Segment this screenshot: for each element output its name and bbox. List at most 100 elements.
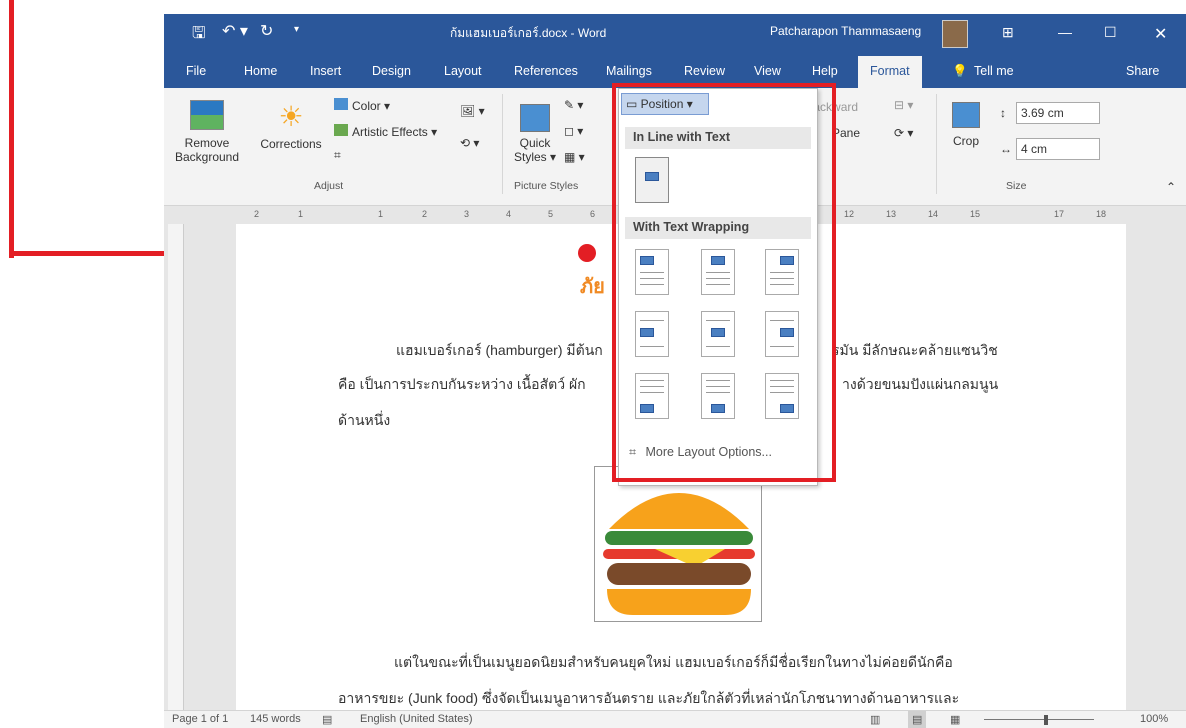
title-bar: 🖫 ↶ ▾ ↻ ▾ ก้มแฮมเบอร์เกอร์.docx - Word P… <box>164 14 1186 56</box>
ruler-tick: 13 <box>886 209 897 219</box>
ruler-tick: 2 <box>422 209 428 219</box>
size-group-label: Size <box>1006 180 1027 192</box>
paragraph-1-line-3: ด้านหนึ่ง <box>338 412 391 428</box>
quick-styles-button[interactable]: Quick Styles ▾ <box>514 104 556 164</box>
width-input[interactable]: 4 cm <box>1016 138 1100 160</box>
minimize-icon[interactable]: — <box>1058 24 1072 40</box>
quick-styles-icon <box>520 104 551 132</box>
paragraph-2-line-2: อาหารขยะ (Junk food) ซึ่งจัดเป็นเมนูอาหา… <box>338 690 960 706</box>
corrections-button[interactable]: ☀ Corrections <box>256 100 326 151</box>
artistic-effects-icon <box>334 124 348 136</box>
customize-qat-icon[interactable]: ▾ <box>294 24 299 35</box>
ruler-tick: 2 <box>254 209 260 219</box>
paragraph-1-line-1b: รมัน มีลักษณะคล้ายแซนวิช <box>832 342 998 358</box>
reset-picture-icon[interactable]: ⟲ ▾ <box>460 136 479 150</box>
ruler-tick: 5 <box>548 209 554 219</box>
paragraph-1-line-1a: แฮมเบอร์เกอร์ (hamburger) มีต้นก <box>396 342 603 358</box>
annotation-line-vertical <box>9 0 14 258</box>
separator <box>502 94 503 194</box>
avatar[interactable] <box>942 20 968 48</box>
tab-file[interactable]: File <box>186 64 206 78</box>
crop-label: Crop <box>952 134 979 148</box>
print-layout-icon[interactable]: ▤ <box>908 711 927 728</box>
remove-background-button[interactable]: Remove Background <box>172 100 242 164</box>
ruler-tick: 12 <box>844 209 855 219</box>
tab-mailings[interactable]: Mailings <box>606 64 652 78</box>
compress-icon[interactable]: ⌗ <box>334 148 341 163</box>
sun-icon: ☀ <box>278 101 304 132</box>
align-icon[interactable]: ⊟ ▾ <box>894 98 913 112</box>
annotation-dot <box>578 244 596 262</box>
adjust-group-label: Adjust <box>314 180 344 192</box>
color-icon <box>334 98 348 110</box>
tab-review[interactable]: Review <box>684 64 725 78</box>
picture-layout-icon[interactable]: ▦ ▾ <box>564 150 585 164</box>
paragraph-2-line-1: แต่ในขณะที่เป็นเมนูยอดนิยมสำหรับคนยุคใหม… <box>394 654 953 670</box>
color-label: Color ▾ <box>352 99 391 113</box>
rotate-icon[interactable]: ⟳ ▾ <box>894 126 913 140</box>
remove-background-label-1: Remove <box>184 136 230 150</box>
document-title: ภัย <box>580 276 605 298</box>
ruler-tick: 3 <box>464 209 470 219</box>
ruler-tick: 18 <box>1096 209 1107 219</box>
zoom-thumb[interactable] <box>1044 715 1048 725</box>
paragraph-1-line-2b: างด้วยขนมปังแผ่นกลมนูน <box>842 376 999 392</box>
crop-button[interactable]: Crop <box>952 102 980 148</box>
collapse-ribbon-icon[interactable]: ⌃ <box>1166 180 1176 194</box>
save-icon[interactable]: 🖫 <box>192 22 206 49</box>
tab-insert[interactable]: Insert <box>310 64 341 78</box>
window-title: ก้มแฮมเบอร์เกอร์.docx - Word <box>450 26 607 40</box>
proofing-icon[interactable]: ▤ <box>322 713 332 726</box>
selection-pane-button[interactable]: Pane <box>832 126 860 140</box>
ruler-tick: 6 <box>590 209 596 219</box>
picture-effects-icon[interactable]: ◻ ▾ <box>564 124 583 138</box>
quick-styles-label-2: Styles ▾ <box>514 150 557 164</box>
tab-layout[interactable]: Layout <box>444 64 482 78</box>
language[interactable]: English (United States) <box>360 713 473 725</box>
status-bar: Page 1 of 1 145 words ▤ English (United … <box>164 710 1186 728</box>
maximize-icon[interactable]: ☐ <box>1104 24 1117 41</box>
ruler-tick: 1 <box>298 209 304 219</box>
lightbulb-icon[interactable]: 💡 <box>952 64 968 79</box>
vertical-ruler[interactable] <box>168 224 184 712</box>
undo-icon[interactable]: ↶ ▾ <box>222 21 248 41</box>
zoom-slider[interactable] <box>984 719 1094 720</box>
ruler-tick: 17 <box>1054 209 1065 219</box>
ribbon-display-icon[interactable]: ⊞ <box>1002 24 1014 41</box>
remove-background-icon <box>190 100 224 130</box>
zoom-level[interactable]: 100% <box>1140 713 1168 725</box>
tab-format[interactable]: Format <box>858 56 922 88</box>
crop-icon <box>952 102 980 128</box>
tell-me-search[interactable]: Tell me <box>974 64 1014 78</box>
artistic-effects-label: Artistic Effects ▾ <box>352 125 438 139</box>
artistic-effects-button[interactable]: Artistic Effects ▾ <box>334 124 437 139</box>
height-icon: ↕ <box>1000 106 1006 120</box>
redo-icon[interactable]: ↻ <box>260 21 273 41</box>
hamburger-image <box>603 493 755 615</box>
picture-border-icon[interactable]: ✎ ▾ <box>564 98 583 112</box>
width-icon: ↔ <box>1000 142 1012 156</box>
tab-help[interactable]: Help <box>812 64 838 78</box>
paragraph-1-line-2a: คือ เป็นการประกบกันระหว่าง เนื้อสัตว์ ผั… <box>338 376 586 392</box>
color-button[interactable]: Color ▾ <box>334 98 390 113</box>
ruler-tick: 14 <box>928 209 939 219</box>
tab-design[interactable]: Design <box>372 64 411 78</box>
page-count[interactable]: Page 1 of 1 <box>172 713 228 725</box>
separator <box>936 94 937 194</box>
read-mode-icon[interactable]: ▥ <box>870 713 880 726</box>
tab-view[interactable]: View <box>754 64 781 78</box>
selected-image[interactable] <box>594 466 762 622</box>
ruler-tick: 4 <box>506 209 512 219</box>
corrections-label: Corrections <box>260 137 322 151</box>
tab-home[interactable]: Home <box>244 64 277 78</box>
height-input[interactable]: 3.69 cm <box>1016 102 1100 124</box>
user-name[interactable]: Patcharapon Thammasaeng <box>770 24 921 38</box>
quick-styles-label-1: Quick <box>519 136 551 150</box>
close-icon[interactable]: ✕ <box>1154 24 1167 44</box>
share-button[interactable]: Share <box>1126 64 1159 78</box>
tab-references[interactable]: References <box>514 64 578 78</box>
remove-background-label-2: Background <box>174 150 240 164</box>
change-picture-icon[interactable]: 🖼 ▾ <box>460 104 485 118</box>
word-count[interactable]: 145 words <box>250 713 301 725</box>
web-layout-icon[interactable]: ▦ <box>950 713 960 726</box>
